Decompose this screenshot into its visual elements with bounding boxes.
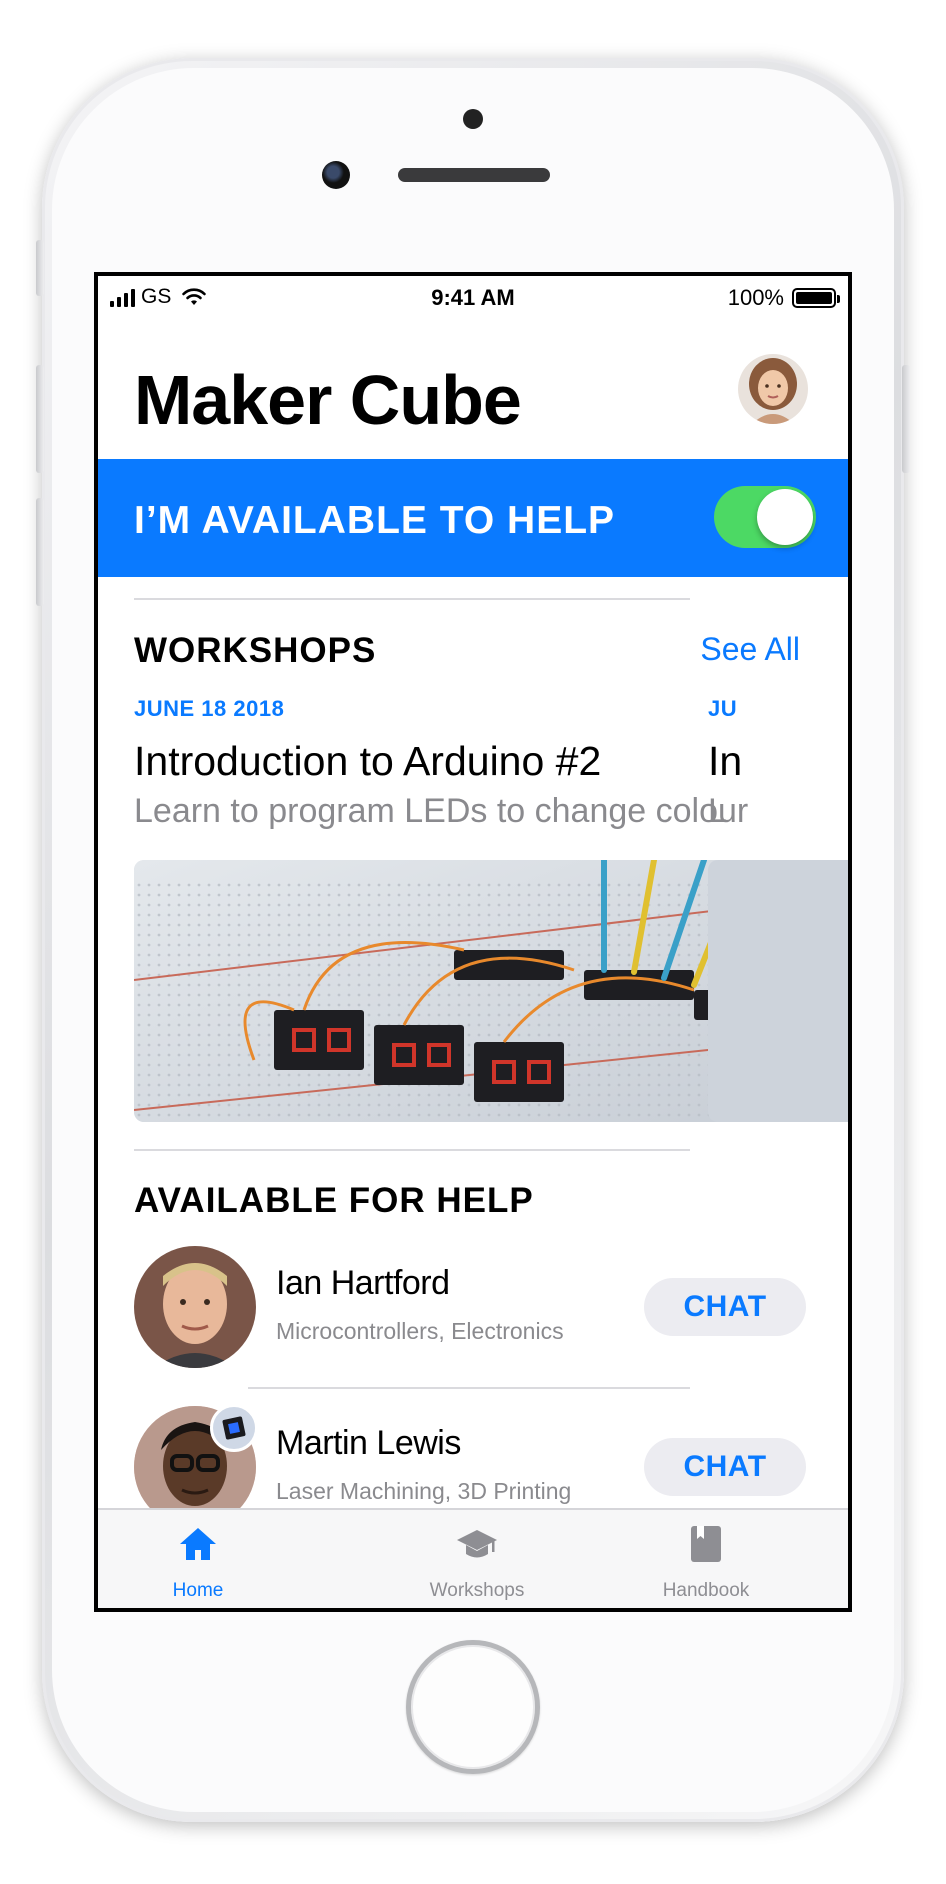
volume-down-button — [36, 498, 44, 606]
divider — [134, 598, 690, 600]
workshop-card[interactable]: JU In L — [708, 696, 848, 1122]
divider — [134, 1149, 690, 1151]
helper-skills: Laser Machining, 3D Printing — [276, 1478, 572, 1504]
tab-bar: Home Workshops Handbook — [98, 1508, 848, 1608]
availability-toggle[interactable] — [714, 486, 816, 548]
workshops-heading: WORKSHOPS — [134, 631, 377, 670]
proximity-sensor — [463, 109, 483, 129]
workshop-title: Introduction to Arduino #2 — [134, 738, 602, 784]
front-camera — [322, 161, 350, 189]
see-all-link[interactable]: See All — [700, 631, 800, 668]
house-icon — [180, 1528, 216, 1560]
tab-label: Handbook — [662, 1580, 750, 1601]
tab-handbook[interactable]: Handbook — [606, 1510, 806, 1608]
workshop-date: JUNE 18 2018 — [134, 696, 285, 721]
app-screen: GS 9:41 AM 100% Maker Cube I’M AVAILABLE… — [94, 272, 852, 1612]
workshop-date: JU — [708, 696, 738, 721]
book-icon — [691, 1526, 721, 1562]
availability-label: I’M AVAILABLE TO HELP — [134, 499, 616, 542]
helper-row[interactable]: Ian Hartford Microcontrollers, Electroni… — [134, 1246, 806, 1370]
profile-avatar[interactable] — [738, 354, 808, 424]
helper-name: Martin Lewis — [276, 1424, 461, 1462]
tab-label: Workshops — [429, 1580, 525, 1601]
helper-name: Ian Hartford — [276, 1264, 450, 1302]
battery-icon — [792, 288, 840, 308]
workshop-subtitle: Learn to program LEDs to change colour — [134, 792, 749, 830]
workshop-image — [134, 860, 804, 1122]
tab-workshops[interactable]: Workshops — [377, 1510, 577, 1608]
earpiece-speaker — [398, 168, 550, 182]
home-button[interactable] — [406, 1640, 540, 1774]
graduation-cap-icon — [457, 1530, 497, 1558]
page-title: Maker Cube — [134, 361, 522, 439]
available-for-help-heading: AVAILABLE FOR HELP — [134, 1181, 534, 1220]
status-bar: GS 9:41 AM 100% — [98, 276, 848, 320]
mute-switch — [36, 240, 44, 296]
battery-percentage: 100% — [727, 285, 784, 310]
chat-button[interactable]: CHAT — [644, 1438, 806, 1496]
divider — [248, 1387, 690, 1389]
chat-button[interactable]: CHAT — [644, 1278, 806, 1336]
workshop-card[interactable]: JUNE 18 2018 Introduction to Arduino #2 … — [134, 696, 804, 1122]
toggle-knob — [757, 489, 813, 545]
power-button — [902, 365, 910, 473]
tab-label: Home — [172, 1580, 224, 1601]
workshop-title: In — [708, 738, 743, 784]
helper-skills: Microcontrollers, Electronics — [276, 1318, 564, 1344]
availability-banner: I’M AVAILABLE TO HELP — [98, 459, 848, 577]
workshop-image — [708, 860, 848, 1122]
cube-badge-icon — [210, 1404, 258, 1452]
workshop-subtitle: L — [708, 792, 727, 830]
tab-home[interactable]: Home — [98, 1510, 298, 1608]
helper-avatar — [134, 1246, 256, 1368]
volume-up-button — [36, 365, 44, 473]
